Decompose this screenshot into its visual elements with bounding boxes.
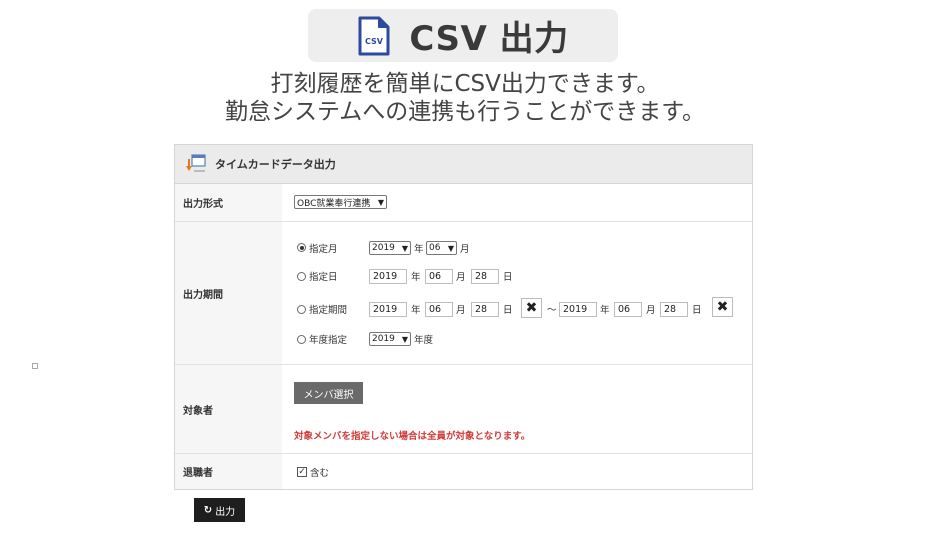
radio-day-label: 指定日 bbox=[309, 272, 338, 283]
month-month-select[interactable]: 06 ▼ bbox=[426, 241, 457, 255]
subtitle-line-1: 打刻履歴を簡単にCSV出力できます。 bbox=[270, 71, 660, 97]
retired-row: 退職者 ✓ 含む bbox=[175, 454, 752, 489]
format-label: 出力形式 bbox=[175, 184, 282, 221]
day-unit: 日 bbox=[503, 305, 513, 316]
clear-to-date-button[interactable]: ✖ bbox=[712, 297, 733, 317]
month-unit: 月 bbox=[456, 272, 466, 283]
range-to-month-input[interactable]: 06 bbox=[614, 302, 642, 317]
radio-fiscal[interactable] bbox=[297, 335, 306, 344]
header-banner: CSV CSV 出力 bbox=[308, 9, 618, 62]
day-unit: 日 bbox=[503, 272, 513, 283]
chevron-down-icon: ▼ bbox=[377, 197, 384, 207]
timecard-export-icon bbox=[186, 154, 206, 172]
day-unit: 日 bbox=[692, 305, 702, 316]
day-day-input[interactable]: 28 bbox=[471, 269, 499, 284]
member-select-button[interactable]: メンバ選択 bbox=[294, 382, 363, 404]
timecard-export-panel: タイムカードデータ出力 出力形式 OBC就業奉行連携 ▼ 出力期間 指定月 20… bbox=[174, 144, 753, 490]
format-row: 出力形式 OBC就業奉行連携 ▼ bbox=[175, 184, 752, 222]
output-button[interactable]: ↻ 出力 bbox=[194, 498, 245, 522]
format-select-value: OBC就業奉行連携 bbox=[297, 198, 371, 209]
fiscal-year-select[interactable]: 2019 ▼ bbox=[369, 332, 411, 346]
range-from-year-input[interactable]: 2019 bbox=[369, 302, 407, 317]
year-unit: 年 bbox=[411, 272, 421, 283]
month-month-value: 06 bbox=[429, 243, 441, 253]
panel-header: タイムカードデータ出力 bbox=[175, 145, 752, 184]
check-icon: ✓ bbox=[298, 467, 306, 477]
target-label: 対象者 bbox=[175, 365, 282, 453]
year-unit: 年 bbox=[600, 305, 610, 316]
period-label: 出力期間 bbox=[175, 222, 282, 364]
stray-marker bbox=[32, 363, 38, 369]
chevron-down-icon: ▼ bbox=[401, 334, 408, 344]
year-unit: 年 bbox=[411, 305, 421, 316]
range-from-month-input[interactable]: 06 bbox=[425, 302, 453, 317]
refresh-icon: ↻ bbox=[203, 504, 213, 516]
month-unit: 月 bbox=[646, 305, 656, 316]
target-warning: 対象メンバを指定しない場合は全員が対象となります。 bbox=[294, 431, 531, 442]
month-year-value: 2019 bbox=[372, 243, 395, 253]
radio-fiscal-label: 年度指定 bbox=[309, 335, 348, 346]
day-year-input[interactable]: 2019 bbox=[369, 269, 407, 284]
month-unit: 月 bbox=[460, 244, 470, 255]
retired-label: 退職者 bbox=[175, 454, 282, 489]
include-retired-checkbox[interactable]: ✓ bbox=[297, 467, 307, 477]
include-retired-label: 含む bbox=[310, 468, 330, 479]
close-icon: ✖ bbox=[716, 299, 729, 315]
range-to-day-input[interactable]: 28 bbox=[660, 302, 688, 317]
month-year-select[interactable]: 2019 ▼ bbox=[369, 241, 411, 255]
radio-range-label: 指定期間 bbox=[309, 305, 348, 316]
radio-day[interactable] bbox=[297, 272, 306, 281]
radio-month[interactable] bbox=[297, 243, 306, 252]
year-unit: 年 bbox=[414, 244, 424, 255]
day-month-input[interactable]: 06 bbox=[425, 269, 453, 284]
range-to-year-input[interactable]: 2019 bbox=[559, 302, 597, 317]
panel-title: タイムカードデータ出力 bbox=[215, 158, 336, 171]
clear-from-date-button[interactable]: ✖ bbox=[521, 298, 542, 318]
radio-range[interactable] bbox=[297, 305, 306, 314]
chevron-down-icon: ▼ bbox=[401, 243, 408, 253]
fiscal-year-value: 2019 bbox=[372, 334, 395, 344]
month-unit: 月 bbox=[456, 305, 466, 316]
target-row: 対象者 メンバ選択 対象メンバを指定しない場合は全員が対象となります。 bbox=[175, 365, 752, 454]
range-tilde: ～ bbox=[547, 305, 557, 316]
csv-file-icon: CSV bbox=[358, 16, 390, 55]
period-row: 出力期間 指定月 2019 ▼ 年 06 ▼ 月 指定日 2019 年 06 月… bbox=[175, 222, 752, 365]
radio-month-label: 指定月 bbox=[309, 244, 338, 255]
range-from-day-input[interactable]: 28 bbox=[471, 302, 499, 317]
format-select[interactable]: OBC就業奉行連携 ▼ bbox=[294, 195, 387, 209]
output-button-label: 出力 bbox=[215, 506, 236, 518]
chevron-down-icon: ▼ bbox=[447, 243, 454, 253]
page-title: CSV 出力 bbox=[409, 19, 569, 59]
close-icon: ✖ bbox=[525, 300, 538, 316]
fiscal-unit: 年度 bbox=[414, 335, 434, 346]
csv-icon-label: CSV bbox=[365, 37, 384, 46]
subtitle-line-2: 勤怠システムへの連携も行うことができます。 bbox=[224, 99, 705, 125]
